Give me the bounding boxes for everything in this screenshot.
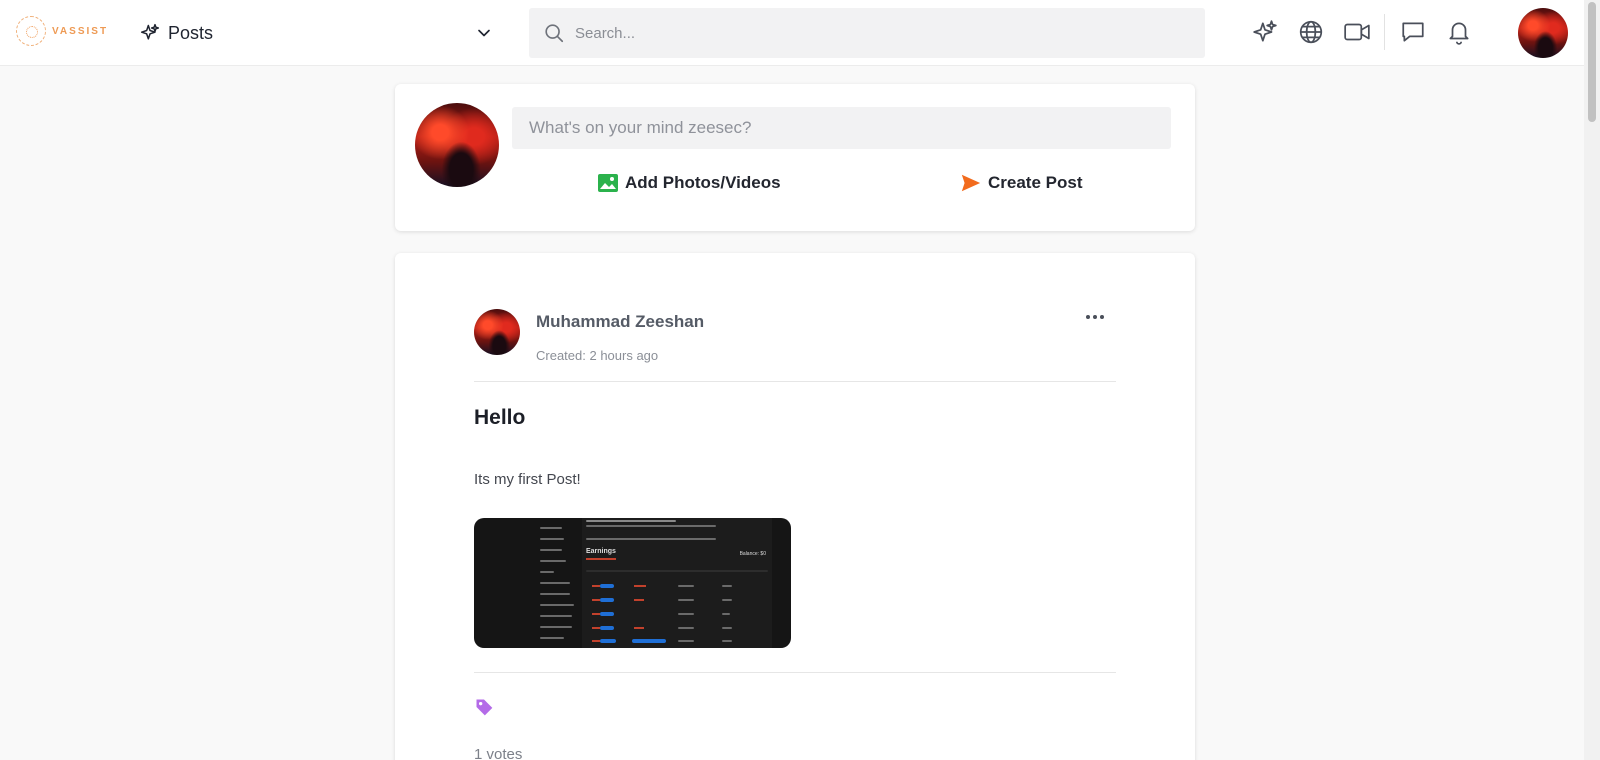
- attachment-heading: Earnings: [586, 548, 616, 555]
- post-footer-divider: [474, 672, 1116, 673]
- video-icon: [1344, 23, 1370, 41]
- user-avatar[interactable]: [1518, 8, 1568, 58]
- attachment-balance: Balance: $0: [739, 551, 766, 557]
- post-tag-button[interactable]: [474, 697, 494, 722]
- attachment-earnings-panel: Earnings Balance: $0: [582, 518, 772, 648]
- sparkles-icon: [140, 23, 160, 40]
- attachment-sidebar: [536, 518, 578, 648]
- app-logo[interactable]: VASSIST: [16, 16, 108, 46]
- add-photos-videos-button[interactable]: Add Photos/Videos: [597, 170, 781, 196]
- section-selector[interactable]: Posts: [140, 20, 502, 46]
- tag-icon: [476, 699, 493, 716]
- notifications-button[interactable]: [1444, 17, 1474, 47]
- scrollbar-thumb[interactable]: [1588, 2, 1596, 122]
- more-horizontal-icon: [1086, 315, 1104, 319]
- explore-button[interactable]: [1296, 17, 1326, 47]
- chevron-down-icon: [478, 29, 490, 37]
- post-author-name[interactable]: Muhammad Zeeshan: [536, 312, 704, 332]
- add-photos-videos-label: Add Photos/Videos: [625, 173, 781, 192]
- post-image-attachment[interactable]: Earnings Balance: $0: [474, 518, 791, 648]
- post-body: Its my first Post!: [474, 471, 581, 488]
- send-icon: [961, 174, 981, 192]
- sparkles-icon: [1253, 20, 1277, 42]
- globe-icon: [1299, 20, 1323, 44]
- top-navigation-bar: VASSIST Posts: [0, 0, 1584, 66]
- post-author-avatar[interactable]: [474, 309, 520, 355]
- post-composer-card: What's on your mind zeesec? Add Photos/V…: [395, 84, 1195, 231]
- create-post-label: Create Post: [988, 173, 1083, 192]
- bell-icon: [1449, 22, 1469, 45]
- messages-button[interactable]: [1398, 17, 1428, 47]
- post-vote-count: 1 votes: [474, 746, 523, 760]
- post-card: Muhammad Zeeshan Created: 2 hours ago He…: [395, 253, 1195, 760]
- video-button[interactable]: [1342, 17, 1372, 47]
- chat-icon: [1402, 22, 1424, 42]
- post-header-divider: [474, 381, 1116, 382]
- create-post-button[interactable]: Create Post: [960, 170, 1082, 196]
- logo-text: VASSIST: [52, 25, 109, 37]
- post-options-button[interactable]: [1080, 307, 1110, 327]
- image-icon: [598, 174, 618, 192]
- section-label: Posts: [168, 22, 214, 43]
- search-bar[interactable]: [529, 8, 1205, 58]
- composer-input[interactable]: What's on your mind zeesec?: [512, 107, 1171, 149]
- post-title: Hello: [474, 406, 526, 429]
- post-timestamp: Created: 2 hours ago: [536, 348, 659, 363]
- search-input[interactable]: [575, 24, 1175, 42]
- composer-avatar: [415, 103, 499, 187]
- search-icon: [545, 24, 564, 43]
- ai-sparkles-button[interactable]: [1250, 17, 1280, 47]
- page-scrollbar[interactable]: [1584, 0, 1600, 760]
- logo-mark-icon: [16, 16, 46, 46]
- header-divider: [1384, 14, 1385, 50]
